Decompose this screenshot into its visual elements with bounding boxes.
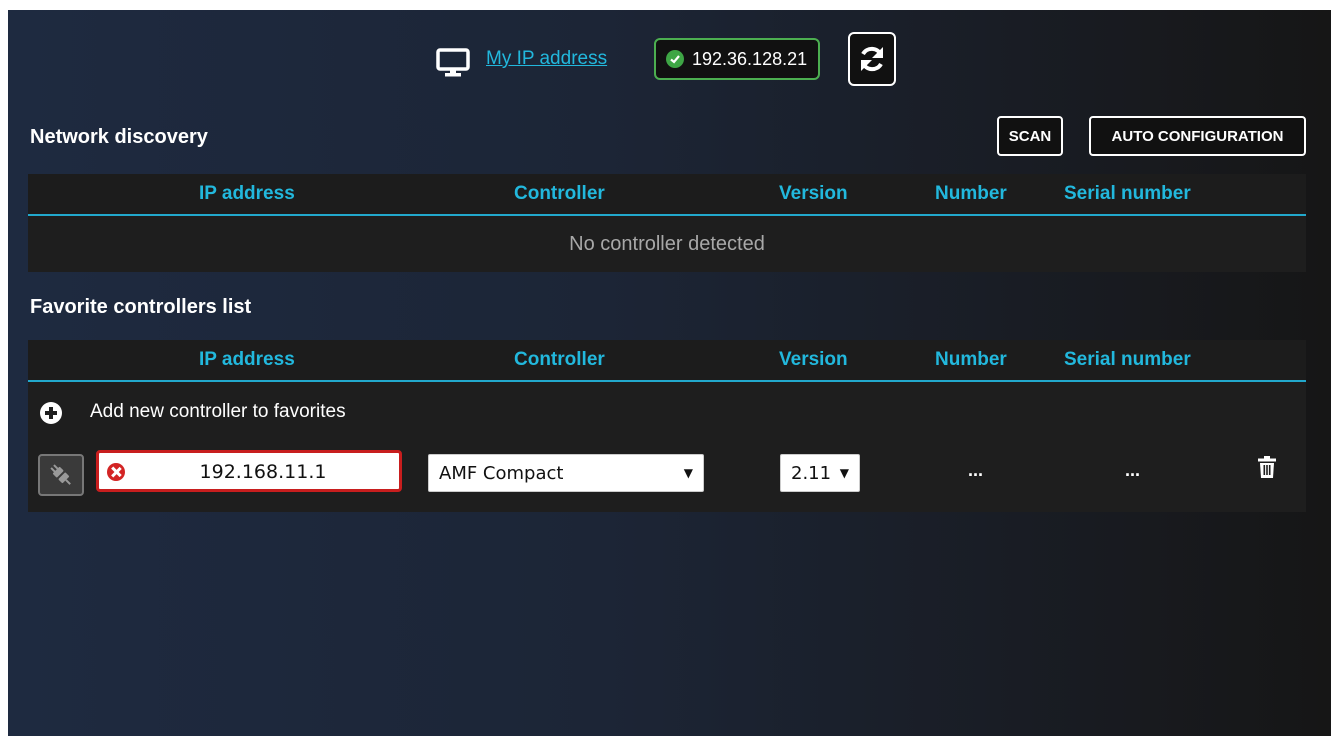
controller-select-value: AMF Compact	[439, 462, 564, 484]
controller-select[interactable]: AMF Compact ▼	[428, 454, 704, 492]
version-select-value: 2.11	[791, 462, 832, 484]
col-ip-address: IP address	[199, 183, 295, 204]
scan-button[interactable]: SCAN	[997, 116, 1063, 156]
favorites-table: IP address Controller Version Number Ser…	[28, 340, 1306, 512]
ip-address-input[interactable]	[133, 459, 393, 485]
trash-icon[interactable]	[1258, 456, 1276, 478]
number-value: ...	[968, 460, 984, 480]
col-number: Number	[935, 349, 1007, 370]
col-serial-number: Serial number	[1064, 183, 1191, 204]
add-favorite-label[interactable]: Add new controller to favorites	[90, 401, 346, 423]
col-version: Version	[779, 349, 848, 370]
version-select[interactable]: 2.11 ▼	[780, 454, 860, 492]
connect-button[interactable]	[38, 454, 84, 496]
add-favorite-row[interactable]: Add new controller to favorites	[28, 382, 1306, 444]
app-window: My IP address 192.36.128.21 Network disc…	[8, 10, 1331, 736]
monitor-icon	[436, 48, 470, 77]
col-controller: Controller	[514, 183, 605, 204]
col-serial-number: Serial number	[1064, 349, 1191, 370]
favorites-table-header: IP address Controller Version Number Ser…	[28, 340, 1306, 382]
check-circle-icon	[666, 50, 684, 68]
refresh-icon	[861, 46, 883, 72]
top-bar: My IP address 192.36.128.21	[8, 32, 1331, 86]
favorites-title: Favorite controllers list	[30, 296, 252, 318]
ip-status-badge: 192.36.128.21	[654, 38, 820, 80]
ip-value: 192.36.128.21	[692, 48, 808, 69]
empty-state: No controller detected	[569, 232, 765, 255]
network-discovery-title: Network discovery	[30, 126, 208, 148]
table-row: AMF Compact ▼ 2.11 ▼ ... ...	[28, 444, 1306, 512]
my-ip-link[interactable]: My IP address	[486, 48, 607, 70]
error-icon	[107, 463, 125, 481]
refresh-button[interactable]	[848, 32, 896, 86]
caret-down-icon: ▼	[839, 466, 849, 480]
ip-address-field[interactable]	[96, 450, 402, 492]
discovery-table-header: IP address Controller Version Number Ser…	[28, 174, 1306, 216]
serial-number-value: ...	[1125, 460, 1141, 480]
col-controller: Controller	[514, 349, 605, 370]
plug-icon	[50, 464, 71, 485]
auto-configuration-button[interactable]: AUTO CONFIGURATION	[1089, 116, 1306, 156]
col-number: Number	[935, 183, 1007, 204]
caret-down-icon: ▼	[683, 466, 693, 480]
col-ip-address: IP address	[199, 349, 295, 370]
discovery-table: IP address Controller Version Number Ser…	[28, 174, 1306, 272]
add-circle-icon[interactable]	[40, 402, 62, 424]
col-version: Version	[779, 183, 848, 204]
